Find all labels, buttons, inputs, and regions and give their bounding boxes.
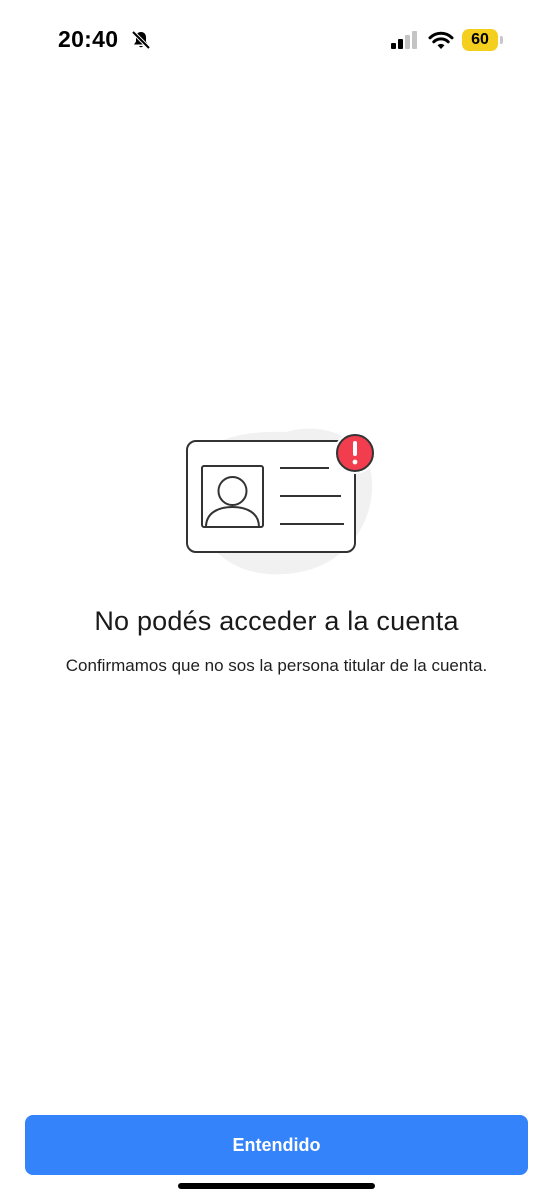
signal-icon [391, 31, 417, 49]
status-bar: 20:40 60 [0, 0, 553, 80]
page-message: Confirmamos que no sos la persona titula… [65, 656, 488, 675]
battery-level: 60 [471, 31, 489, 48]
status-time: 20:40 [58, 26, 119, 52]
bell-slash-icon [131, 30, 151, 50]
page-title: No podés acceder a la cuenta [94, 606, 459, 636]
understood-button[interactable]: Entendido [25, 1115, 528, 1175]
alert-badge-icon [334, 432, 376, 474]
battery-indicator: 60 [462, 29, 504, 51]
home-indicator[interactable] [178, 1183, 375, 1189]
id-card-illustration [186, 428, 376, 575]
id-card-icon [186, 440, 356, 553]
wifi-icon [428, 31, 454, 49]
battery-tip [500, 36, 503, 44]
battery-icon: 60 [462, 29, 498, 51]
